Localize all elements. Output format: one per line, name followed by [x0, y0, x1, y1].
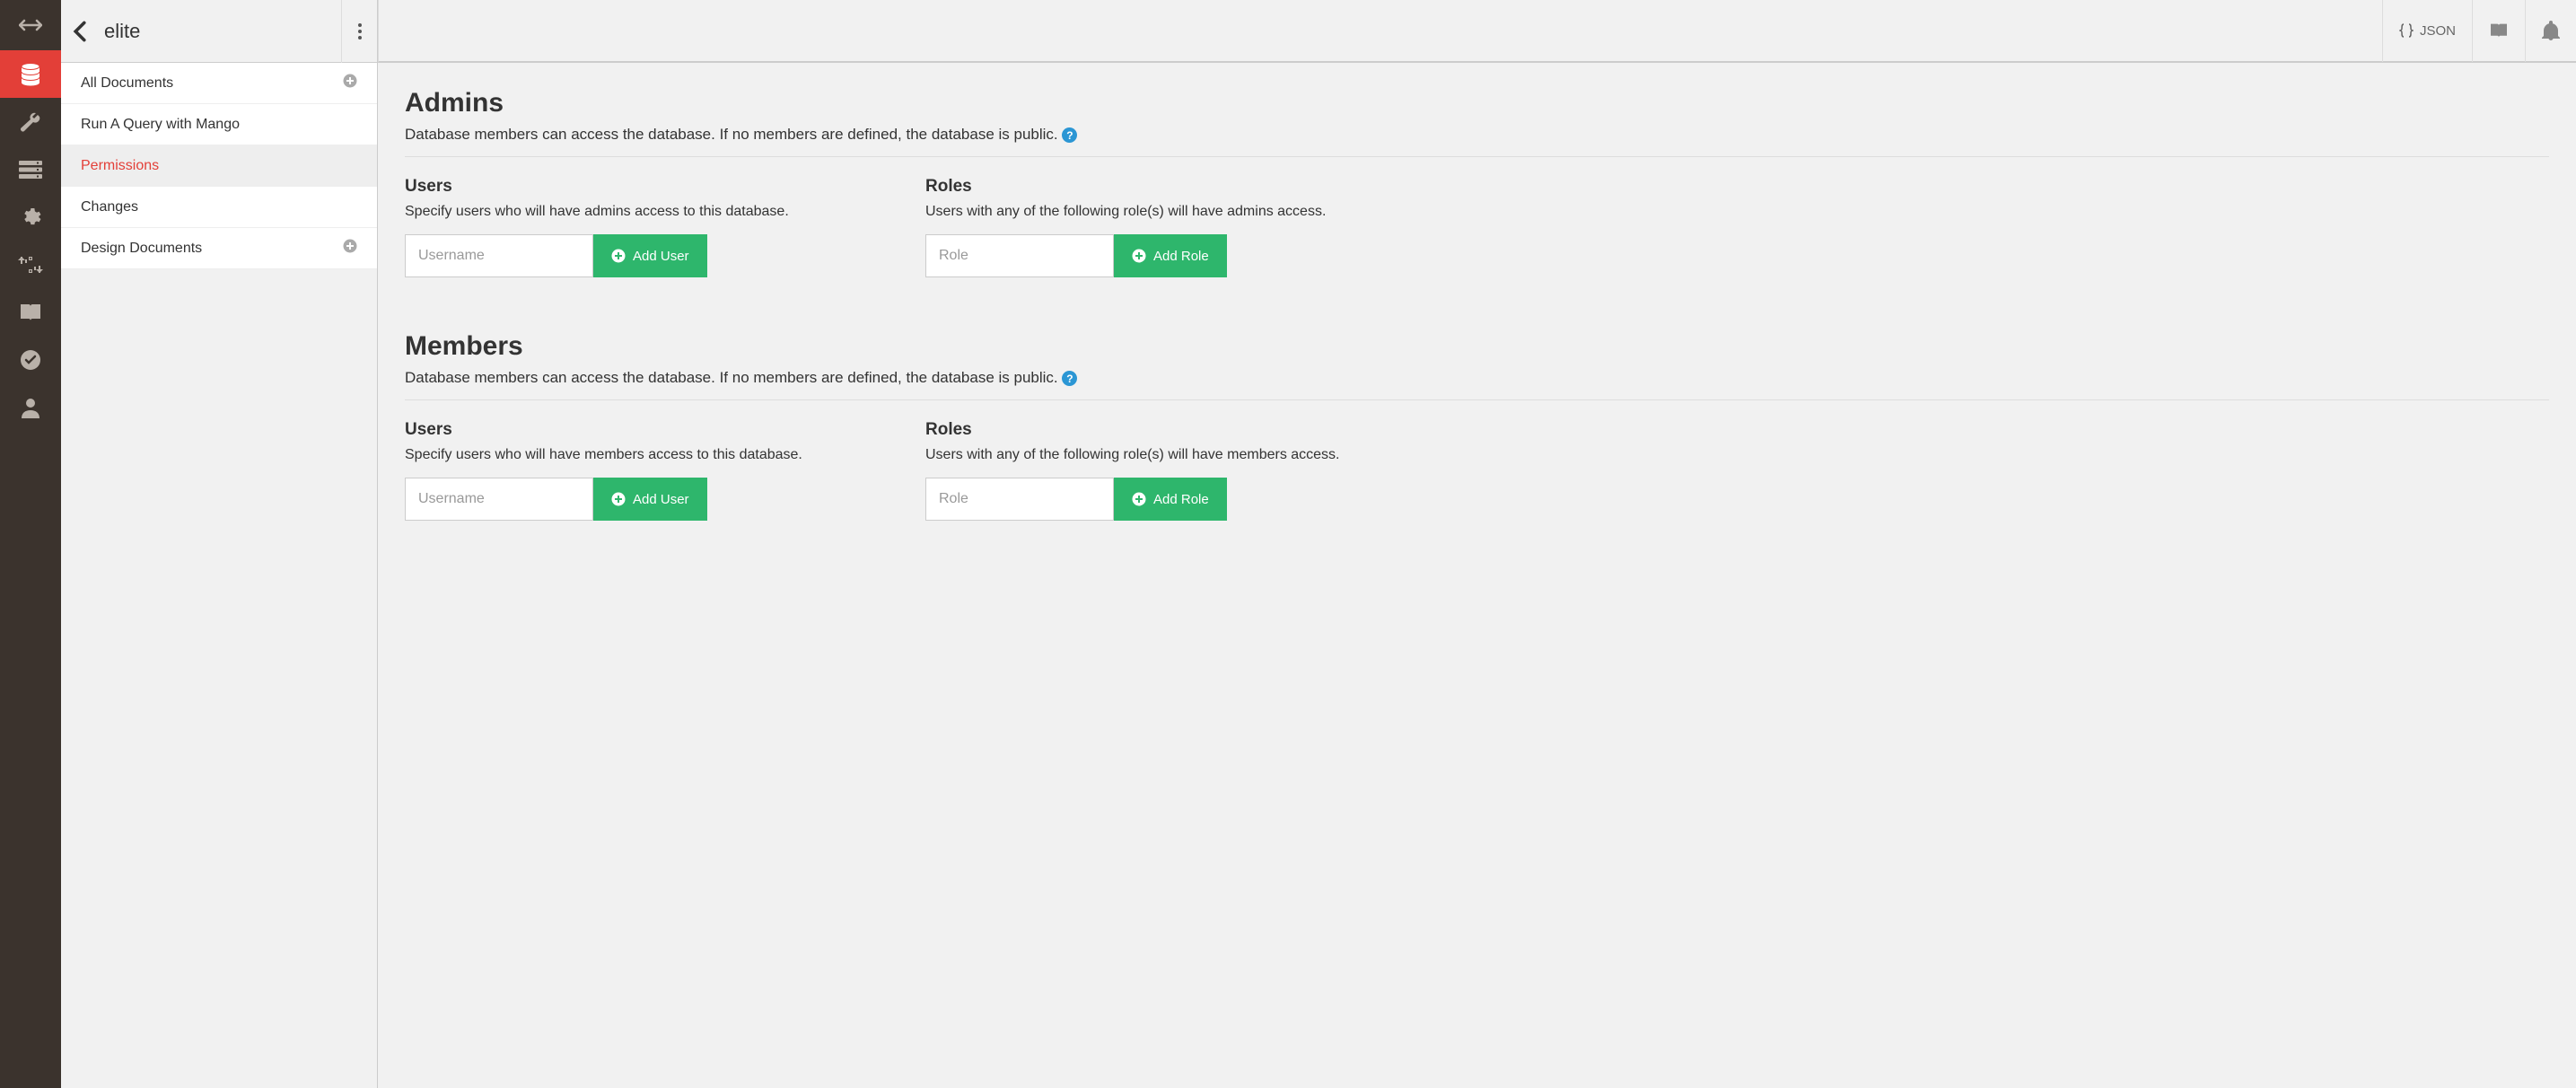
plus-circle-icon: [611, 492, 626, 506]
admins-description: Database members can access the database…: [405, 126, 2549, 144]
book-open-icon: [2489, 22, 2509, 39]
sidebar-item-changes[interactable]: Changes: [61, 187, 377, 228]
plus-circle-icon: [611, 249, 626, 263]
admins-username-input[interactable]: [405, 234, 593, 277]
book-icon: [19, 303, 42, 322]
button-label: Add User: [633, 249, 689, 264]
members-add-user-button[interactable]: Add User: [593, 478, 707, 521]
admins-title: Admins: [405, 88, 2549, 118]
check-circle-icon: [20, 349, 41, 371]
json-view-button[interactable]: JSON: [2382, 0, 2472, 62]
nav-login[interactable]: [0, 383, 61, 431]
divider: [405, 399, 2549, 400]
sidebar-list: All Documents Run A Query with Mango Per…: [61, 63, 377, 269]
user-icon: [21, 397, 40, 418]
nav-replication[interactable]: [0, 241, 61, 288]
admins-description-text: Database members can access the database…: [405, 126, 1058, 143]
chevron-left-icon: [72, 21, 88, 42]
members-roles-heading: Roles: [925, 420, 1410, 440]
content: Admins Database members can access the d…: [378, 63, 2576, 1088]
braces-icon: [2399, 23, 2414, 38]
members-description-text: Database members can access the database…: [405, 369, 1058, 386]
plus-circle-icon: [1132, 249, 1146, 263]
nav-documentation[interactable]: [0, 288, 61, 336]
section-admins: Admins Database members can access the d…: [405, 88, 2549, 277]
replication-icon: [18, 255, 43, 275]
sidebar-item-design-documents[interactable]: Design Documents: [61, 228, 377, 269]
gear-icon: [20, 206, 41, 228]
expand-icon: [19, 19, 42, 31]
section-members: Members Database members can access the …: [405, 331, 2549, 521]
help-icon[interactable]: ?: [1062, 127, 1077, 143]
admins-add-role-button[interactable]: Add Role: [1114, 234, 1227, 277]
help-icon[interactable]: ?: [1062, 371, 1077, 386]
sidebar-item-label: Design Documents: [81, 241, 202, 257]
sidebar-item-label: Changes: [81, 199, 138, 215]
members-add-role-button[interactable]: Add Role: [1114, 478, 1227, 521]
notifications-button[interactable]: [2525, 0, 2576, 62]
nav-active-tasks[interactable]: [0, 145, 61, 193]
wrench-icon: [20, 111, 41, 133]
members-username-input[interactable]: [405, 478, 593, 521]
members-roles-column: Roles Users with any of the following ro…: [925, 420, 1410, 521]
docs-button[interactable]: [2472, 0, 2525, 62]
plus-circle-icon[interactable]: [343, 239, 357, 258]
members-role-input[interactable]: [925, 478, 1114, 521]
sidebar-item-permissions[interactable]: Permissions: [61, 145, 377, 187]
topbar: JSON: [378, 0, 2576, 63]
main: JSON Admins Database members can access …: [378, 0, 2576, 1088]
button-label: Add Role: [1153, 249, 1209, 264]
sidebar-item-label: All Documents: [81, 75, 173, 92]
admins-users-heading: Users: [405, 177, 889, 197]
database-name: elite: [99, 20, 341, 43]
members-title: Members: [405, 331, 2549, 362]
button-label: Add Role: [1153, 492, 1209, 507]
members-users-heading: Users: [405, 420, 889, 440]
sidebar-item-label: Permissions: [81, 158, 159, 174]
members-users-column: Users Specify users who will have member…: [405, 420, 889, 521]
sidebar-item-label: Run A Query with Mango: [81, 117, 240, 133]
button-label: Add User: [633, 492, 689, 507]
database-icon: [20, 63, 41, 86]
members-description: Database members can access the database…: [405, 369, 2549, 387]
sidebar: elite All Documents Run A Query with Man…: [61, 0, 378, 1088]
database-name-text: elite: [104, 20, 140, 42]
admins-add-user-button[interactable]: Add User: [593, 234, 707, 277]
sidebar-header: elite: [61, 0, 377, 63]
sidebar-item-all-documents[interactable]: All Documents: [61, 63, 377, 104]
collapse-toggle[interactable]: [0, 0, 61, 50]
admins-roles-column: Roles Users with any of the following ro…: [925, 177, 1410, 277]
nav-databases[interactable]: [0, 50, 61, 98]
nav-rail: [0, 0, 61, 1088]
plus-circle-icon[interactable]: [343, 74, 357, 92]
json-label: JSON: [2420, 23, 2456, 39]
admins-role-input[interactable]: [925, 234, 1114, 277]
admins-users-sub: Specify users who will have admins acces…: [405, 204, 889, 220]
sidebar-item-mango-query[interactable]: Run A Query with Mango: [61, 104, 377, 145]
plus-circle-icon: [1132, 492, 1146, 506]
nav-setup[interactable]: [0, 98, 61, 145]
divider: [405, 156, 2549, 157]
bell-icon: [2542, 21, 2560, 40]
admins-roles-sub: Users with any of the following role(s) …: [925, 204, 1410, 220]
admins-users-column: Users Specify users who will have admins…: [405, 177, 889, 277]
nav-config[interactable]: [0, 193, 61, 241]
kebab-icon: [358, 23, 362, 39]
members-users-sub: Specify users who will have members acce…: [405, 447, 889, 463]
tasks-icon: [19, 161, 42, 179]
back-button[interactable]: [61, 0, 99, 63]
database-options-button[interactable]: [341, 0, 377, 63]
admins-roles-heading: Roles: [925, 177, 1410, 197]
nav-verify[interactable]: [0, 336, 61, 383]
members-roles-sub: Users with any of the following role(s) …: [925, 447, 1410, 463]
